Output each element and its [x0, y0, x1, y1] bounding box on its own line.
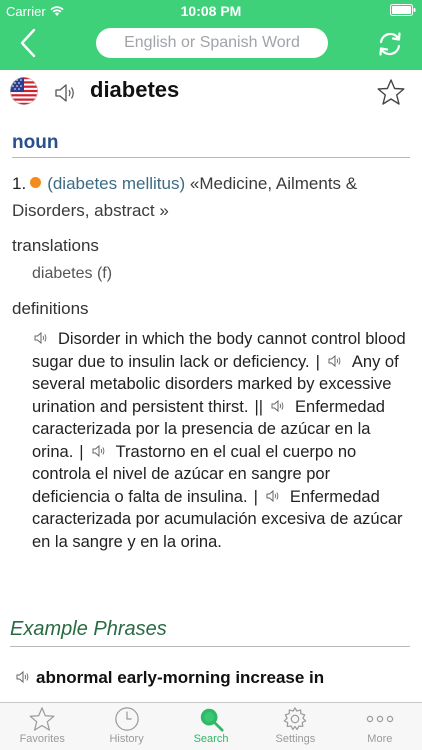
definitions-label: definitions: [12, 299, 89, 318]
headword: diabetes: [90, 77, 180, 102]
tab-label: History: [109, 733, 144, 745]
divider: [12, 157, 410, 158]
translations-label: translations: [12, 236, 99, 255]
favorite-star-icon[interactable]: [376, 78, 406, 106]
definition-text: Disorder in which the body cannot contro…: [32, 330, 406, 371]
separator: |: [253, 487, 258, 506]
star-icon: [29, 707, 55, 731]
speaker-icon[interactable]: [92, 444, 106, 458]
speaker-icon[interactable]: [34, 331, 48, 345]
sense-link[interactable]: (diabetes mellitus): [47, 174, 185, 193]
top-bar: Carrier 10:08 PM: [0, 0, 422, 70]
speaker-icon[interactable]: [266, 489, 280, 503]
speaker-icon[interactable]: [16, 670, 30, 684]
refresh-icon: [379, 32, 401, 56]
gear-icon: [284, 707, 307, 731]
search-icon: [200, 708, 224, 732]
example-phrase[interactable]: abnormal early-morning increase in: [14, 666, 410, 690]
part-of-speech: noun: [12, 132, 59, 153]
definitions-block: Disorder in which the body cannot contro…: [32, 328, 410, 553]
tab-more[interactable]: More: [338, 703, 422, 750]
tab-search[interactable]: Search: [169, 703, 253, 750]
frequency-dot: [30, 177, 42, 188]
speaker-icon[interactable]: [54, 82, 78, 104]
us-flag-icon: [10, 77, 38, 105]
tab-label: Favorites: [19, 733, 65, 745]
swap-language-button[interactable]: [374, 28, 406, 60]
tab-label: More: [367, 733, 393, 745]
example-phrases-title: Example Phrases: [10, 618, 167, 640]
back-button[interactable]: [14, 26, 42, 60]
sense-number: 1.: [12, 174, 27, 193]
tab-label: Settings: [275, 733, 316, 745]
separator: ||: [254, 397, 264, 416]
translation-text[interactable]: diabetes (f): [32, 265, 112, 283]
tab-settings[interactable]: Settings: [253, 703, 337, 750]
chevron-left-icon: [20, 28, 36, 58]
speaker-icon[interactable]: [271, 399, 285, 413]
tab-bar: Favorites History Search Settings More: [0, 702, 422, 750]
battery-icon: [390, 4, 416, 16]
separator: |: [315, 352, 320, 371]
example-phrase-text: abnormal early-morning increase in: [36, 668, 325, 687]
status-time: 10:08 PM: [180, 3, 242, 19]
search-input[interactable]: [96, 28, 328, 58]
tab-history[interactable]: History: [84, 703, 168, 750]
speaker-icon[interactable]: [328, 354, 342, 368]
headword-row: diabetes: [0, 70, 422, 120]
tab-favorites[interactable]: Favorites: [0, 703, 84, 750]
status-bar: Carrier 10:08 PM: [0, 0, 422, 22]
more-icon: [366, 715, 394, 723]
tab-label: Search: [193, 733, 229, 745]
separator: |: [79, 442, 84, 461]
sense-1: 1. (diabetes mellitus) «Medicine, Ailment…: [12, 170, 408, 224]
clock-icon: [114, 707, 139, 731]
entry-content[interactable]: diabetes noun 1. (diabetes mellitus) «Med…: [0, 70, 422, 702]
divider: [10, 646, 410, 647]
